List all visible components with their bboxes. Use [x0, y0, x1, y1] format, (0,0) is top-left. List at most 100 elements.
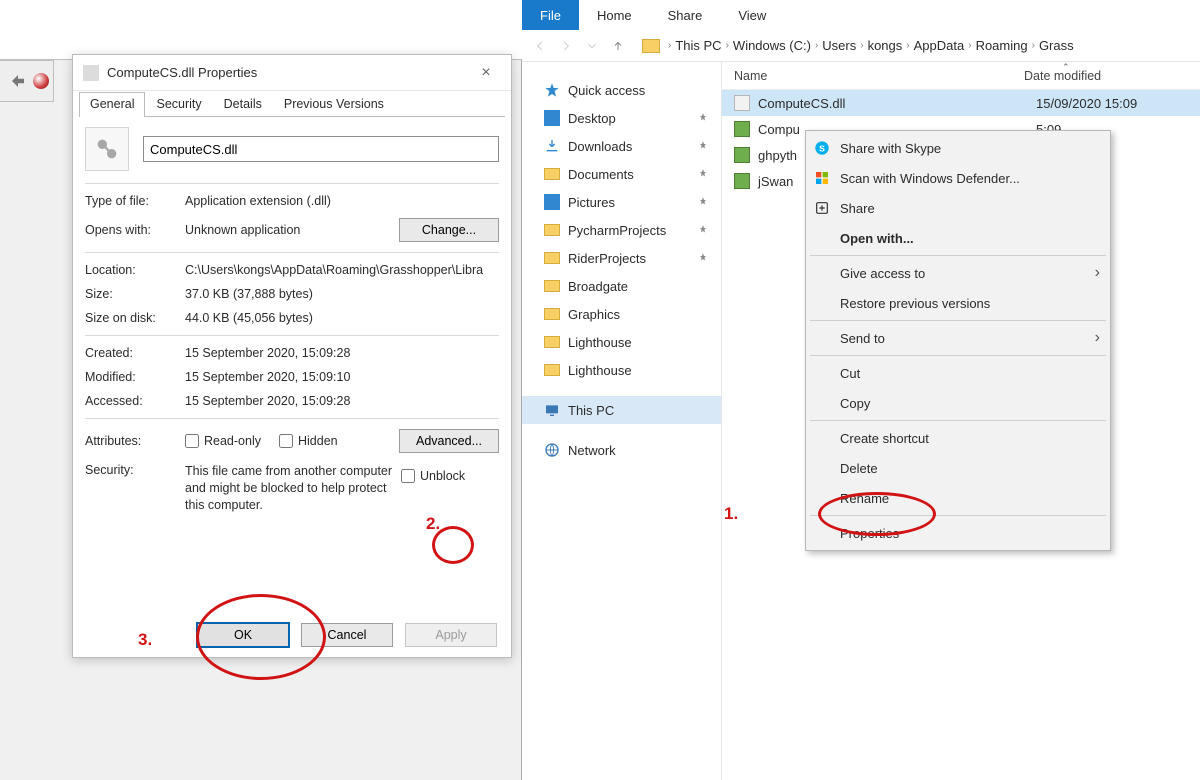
- change-button[interactable]: Change...: [399, 218, 499, 242]
- ribbon-tab-view[interactable]: View: [720, 0, 784, 30]
- defender-icon: [814, 170, 830, 186]
- dll-file-icon: [734, 95, 750, 111]
- background-app-toolbar: [0, 60, 54, 102]
- nav-desktop[interactable]: Desktop: [522, 104, 721, 132]
- nav-up-button[interactable]: [606, 34, 630, 58]
- context-menu-label: Cut: [840, 366, 860, 381]
- ribbon-tab-file[interactable]: File: [522, 0, 579, 30]
- breadcrumb[interactable]: › This PC› Windows (C:)› Users› kongs› A…: [642, 38, 1074, 53]
- context-menu-item[interactable]: Delete: [806, 453, 1110, 483]
- share-icon: [814, 200, 830, 216]
- type-of-file-value: Application extension (.dll): [185, 194, 499, 208]
- context-menu-item[interactable]: Scan with Windows Defender...: [806, 163, 1110, 193]
- nav-documents[interactable]: Documents: [522, 160, 721, 188]
- context-menu-label: Open with...: [840, 231, 914, 246]
- modified-value: 15 September 2020, 15:09:10: [185, 370, 499, 384]
- context-menu: S Share with Skype Scan with Windows Defen…: [805, 130, 1111, 551]
- tab-general[interactable]: General: [79, 92, 145, 117]
- dialog-titlebar[interactable]: ComputeCS.dll Properties ×: [73, 55, 511, 91]
- context-menu-item[interactable]: Restore previous versions: [806, 288, 1110, 318]
- nav-rider[interactable]: RiderProjects: [522, 244, 721, 272]
- background-app-topbar: [0, 0, 522, 60]
- col-header-date[interactable]: Date modified: [1024, 69, 1200, 83]
- column-headers[interactable]: Name Date modified: [722, 62, 1200, 90]
- apply-button[interactable]: Apply: [405, 623, 497, 647]
- annotation-circle-1: [818, 492, 936, 536]
- annotation-label-3: 3.: [138, 630, 152, 650]
- location-label: Location:: [85, 263, 185, 277]
- annotation-label-1: 1.: [724, 504, 738, 524]
- context-menu-item[interactable]: Give access to›: [806, 258, 1110, 288]
- svg-text:S: S: [819, 143, 825, 153]
- annotation-label-2: 2.: [426, 514, 440, 534]
- tab-details[interactable]: Details: [213, 92, 273, 117]
- context-menu-label: Send to: [840, 331, 885, 346]
- context-menu-separator: [810, 320, 1106, 321]
- nav-network[interactable]: Network: [522, 436, 721, 464]
- properties-dialog: ComputeCS.dll Properties × General Secur…: [72, 54, 512, 658]
- size-value: 37.0 KB (37,888 bytes): [185, 287, 499, 301]
- readonly-checkbox[interactable]: Read-only: [185, 434, 261, 448]
- location-value: C:\Users\kongs\AppData\Roaming\Grasshopp…: [185, 263, 499, 277]
- file-row[interactable]: ComputeCS.dll 15/09/2020 15:09: [722, 90, 1200, 116]
- col-header-name[interactable]: Name: [734, 69, 1024, 83]
- type-of-file-label: Type of file:: [85, 194, 185, 208]
- nav-quick-access[interactable]: Quick access: [522, 76, 721, 104]
- size-on-disk-label: Size on disk:: [85, 311, 185, 325]
- filename-input[interactable]: [143, 136, 499, 162]
- file-type-icon: [85, 127, 129, 171]
- nav-graphics[interactable]: Graphics: [522, 300, 721, 328]
- tab-security[interactable]: Security: [145, 92, 212, 117]
- security-note: This file came from another computer and…: [185, 463, 395, 514]
- ribbon-tab-share[interactable]: Share: [650, 0, 721, 30]
- context-menu-item[interactable]: Send to ›: [806, 323, 1110, 353]
- dialog-tabs: General Security Details Previous Versio…: [79, 91, 505, 117]
- context-menu-label: Share: [840, 201, 875, 216]
- dialog-title-icon: [83, 65, 99, 81]
- context-menu-item[interactable]: Cut: [806, 358, 1110, 388]
- nav-lighthouse1[interactable]: Lighthouse: [522, 328, 721, 356]
- accessed-value: 15 September 2020, 15:09:28: [185, 394, 499, 408]
- gh-file-icon: [734, 121, 750, 137]
- context-menu-item[interactable]: S Share with Skype: [806, 133, 1110, 163]
- nav-pictures[interactable]: Pictures: [522, 188, 721, 216]
- context-menu-separator: [810, 255, 1106, 256]
- unblock-checkbox[interactable]: Unblock: [401, 469, 465, 483]
- close-button[interactable]: ×: [471, 64, 501, 82]
- nav-pycharm[interactable]: PycharmProjects: [522, 216, 721, 244]
- nav-downloads[interactable]: Downloads: [522, 132, 721, 160]
- chevron-right-icon: ›: [1095, 329, 1100, 347]
- context-menu-label: Share with Skype: [840, 141, 941, 156]
- nav-forward-button[interactable]: [554, 34, 578, 58]
- context-menu-label: Give access to: [840, 266, 925, 281]
- context-menu-separator: [810, 420, 1106, 421]
- nav-this-pc[interactable]: This PC: [522, 396, 721, 424]
- advanced-button[interactable]: Advanced...: [399, 429, 499, 453]
- skype-icon: S: [814, 140, 830, 156]
- context-menu-separator: [810, 355, 1106, 356]
- hidden-checkbox[interactable]: Hidden: [279, 434, 338, 448]
- context-menu-item[interactable]: Open with...: [806, 223, 1110, 253]
- gh-file-icon: [734, 173, 750, 189]
- context-menu-item[interactable]: Share: [806, 193, 1110, 223]
- opens-with-label: Opens with:: [85, 223, 185, 237]
- tab-previous-versions[interactable]: Previous Versions: [273, 92, 395, 117]
- pin-icon: [697, 112, 709, 124]
- context-menu-label: Restore previous versions: [840, 296, 990, 311]
- nav-recent-button[interactable]: [580, 34, 604, 58]
- file-name: ComputeCS.dll: [758, 96, 845, 111]
- context-menu-item[interactable]: Create shortcut: [806, 423, 1110, 453]
- file-name: jSwan: [758, 174, 793, 189]
- created-value: 15 September 2020, 15:09:28: [185, 346, 499, 360]
- navigation-pane: Quick access Desktop Downloads Documents…: [522, 62, 722, 780]
- context-menu-label: Create shortcut: [840, 431, 929, 446]
- context-menu-label: Delete: [840, 461, 878, 476]
- ribbon-tabs: File Home Share View: [522, 0, 1200, 30]
- context-menu-item[interactable]: Copy: [806, 388, 1110, 418]
- nav-broadgate[interactable]: Broadgate: [522, 272, 721, 300]
- ribbon-tab-home[interactable]: Home: [579, 0, 650, 30]
- nav-lighthouse2[interactable]: Lighthouse: [522, 356, 721, 384]
- nav-back-button[interactable]: [528, 34, 552, 58]
- folder-icon: [642, 39, 660, 53]
- opens-with-value: Unknown application: [185, 223, 399, 237]
